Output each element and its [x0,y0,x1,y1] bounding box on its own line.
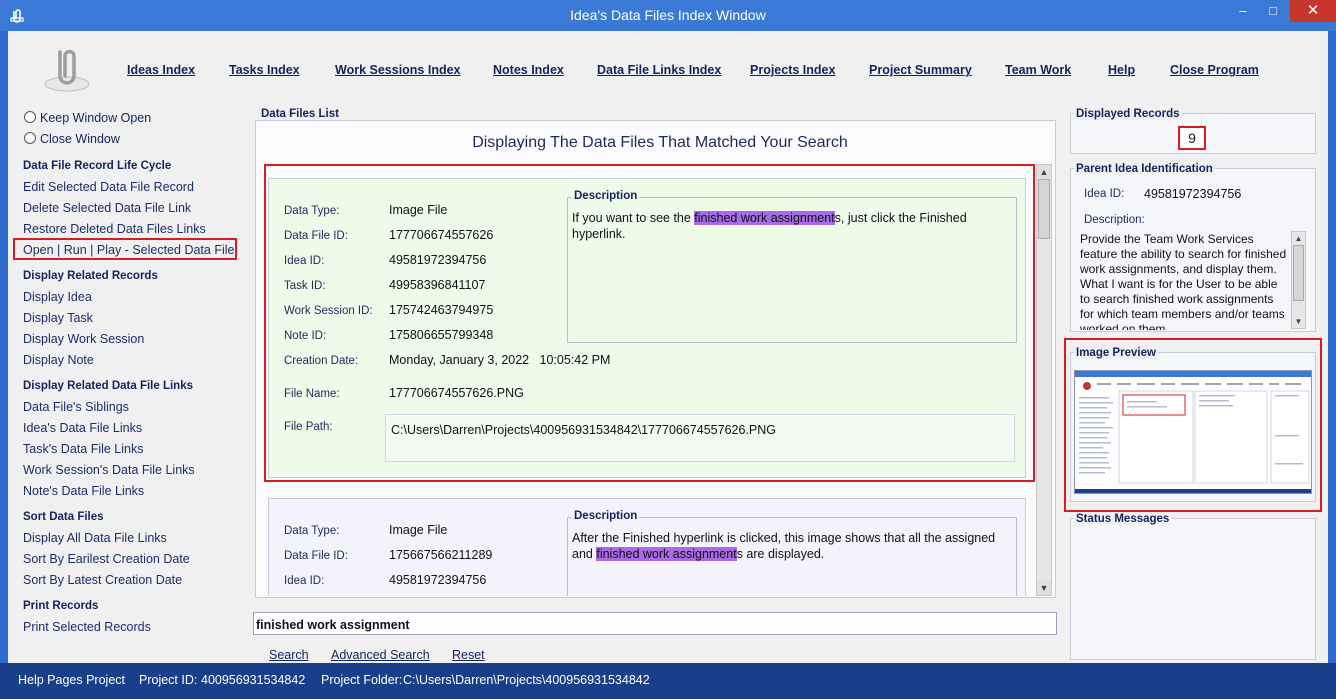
paperclip-logo-icon [42,44,92,94]
search-button[interactable]: Search [269,648,309,662]
display-all-links-link[interactable]: Display All Data File Links [23,531,167,545]
section-print-title: Print Records [23,600,99,612]
description-title: Description [572,510,640,522]
menu-close-program[interactable]: Close Program [1170,63,1259,77]
scroll-thumb[interactable] [1038,179,1050,239]
idea-data-file-links-link[interactable]: Idea's Data File Links [23,421,142,435]
close-window-radio[interactable]: Close Window [24,132,120,146]
data-file-siblings-link[interactable]: Data File's Siblings [23,400,129,414]
menu-help[interactable]: Help [1108,63,1135,77]
print-selected-records-link[interactable]: Print Selected Records [23,620,151,634]
minimize-button[interactable]: – [1228,0,1258,22]
idea-id-value: 49581972394756 [389,573,487,587]
description-box: Description After the Finished hyperlink… [567,510,1017,596]
data-files-list-title: Data Files List [259,108,341,120]
parent-idea-id-value: 49581972394756 [1144,187,1242,201]
keep-window-open-radio[interactable]: Keep Window Open [24,111,151,125]
restore-deleted-links-link[interactable]: Restore Deleted Data Files Links [23,222,206,236]
close-window-label: Close Window [40,132,120,146]
image-preview-thumbnail[interactable] [1074,370,1312,494]
selected-record-highlight-frame [264,164,1035,482]
status-project-name: Help Pages Project [18,673,126,687]
search-match-highlight: finished work assignment [596,547,737,561]
reset-button[interactable]: Reset [452,648,485,662]
section-related-records-title: Display Related Records [23,270,158,282]
list-heading: Displaying The Data Files That Matched Y… [472,134,848,151]
status-folder-path: C:\Users\Darren\Projects\400956931534842 [403,673,650,687]
status-project-id: 400956931534842 [201,673,306,687]
desc-text-end: s are displayed. [736,547,825,561]
section-sort-title: Sort Data Files [23,511,104,523]
data-file-record-2[interactable]: Data Type: Image File Data File ID: 1756… [268,498,1026,596]
sort-latest-link[interactable]: Sort By Latest Creation Date [23,573,182,587]
search-input[interactable]: finished work assignment [253,612,1057,635]
scroll-down-icon[interactable]: ▼ [1037,581,1051,595]
work-session-data-file-links-link[interactable]: Work Session's Data File Links [23,463,195,477]
section-life-cycle-title: Data File Record Life Cycle [23,160,172,172]
parent-description-label: Description: [1084,214,1145,226]
status-folder-label: Project Folder: [321,673,403,687]
menu-work-sessions-index[interactable]: Work Sessions Index [335,63,461,77]
keep-window-open-label: Keep Window Open [40,111,152,125]
menu-projects-index[interactable]: Projects Index [750,63,835,77]
parent-description-text: Provide the Team Work Services feature t… [1080,232,1287,330]
sort-earliest-link[interactable]: Sort By Earilest Creation Date [23,552,190,566]
menu-team-work[interactable]: Team Work [1005,63,1071,77]
display-idea-link[interactable]: Display Idea [23,290,92,304]
scroll-up-icon[interactable]: ▲ [1037,165,1051,179]
data-type-value: Image File [389,523,448,537]
data-file-id-value: 175667566211289 [389,548,493,562]
title-bar: Idea's Data Files Index Window – □ ✕ [0,0,1336,31]
status-bar: Help Pages Project Project ID: 400956931… [0,663,1336,699]
data-file-id-label: Data File ID: [284,550,348,562]
menu-notes-index[interactable]: Notes Index [493,63,564,77]
radio-circle-icon [24,132,36,144]
edit-data-file-record-link[interactable]: Edit Selected Data File Record [23,180,194,194]
display-task-link[interactable]: Display Task [23,311,93,325]
parent-idea-title: Parent Idea Identification [1074,163,1215,175]
parent-idea-id-label: Idea ID: [1084,188,1125,200]
display-note-link[interactable]: Display Note [23,353,94,367]
status-project-id-label: Project ID: [139,673,198,687]
maximize-button[interactable]: □ [1258,0,1288,22]
delete-data-file-link-link[interactable]: Delete Selected Data File Link [23,201,191,215]
description-scrollbar[interactable]: ▲ ▼ [1291,231,1306,329]
menu-ideas-index[interactable]: Ideas Index [127,63,195,77]
status-messages-group [1070,518,1316,660]
open-link-highlight-frame [13,238,237,260]
status-messages-title: Status Messages [1074,513,1172,525]
radio-circle-icon [24,111,36,123]
advanced-search-button[interactable]: Advanced Search [331,648,430,662]
window-title: Idea's Data Files Index Window [570,7,766,23]
displayed-records-title: Displayed Records [1074,108,1182,120]
note-data-file-links-link[interactable]: Note's Data File Links [23,484,144,498]
idea-id-label: Idea ID: [284,575,325,587]
description-text: After the Finished hyperlink is clicked,… [572,530,1002,562]
menu-project-summary[interactable]: Project Summary [869,63,972,77]
scroll-thumb[interactable] [1293,245,1304,301]
task-data-file-links-link[interactable]: Task's Data File Links [23,442,143,456]
list-scrollbar[interactable]: ▲ ▼ [1036,164,1052,596]
menu-tasks-index[interactable]: Tasks Index [229,63,300,77]
scroll-up-icon[interactable]: ▲ [1292,232,1305,245]
section-related-links-title: Display Related Data File Links [23,380,194,392]
menu-data-file-links-index[interactable]: Data File Links Index [597,63,721,77]
scroll-down-icon[interactable]: ▼ [1292,315,1305,328]
displayed-records-count: 9 [1178,126,1206,150]
display-work-session-link[interactable]: Display Work Session [23,332,144,346]
data-type-label: Data Type: [284,525,340,537]
close-window-button[interactable]: ✕ [1290,0,1336,22]
